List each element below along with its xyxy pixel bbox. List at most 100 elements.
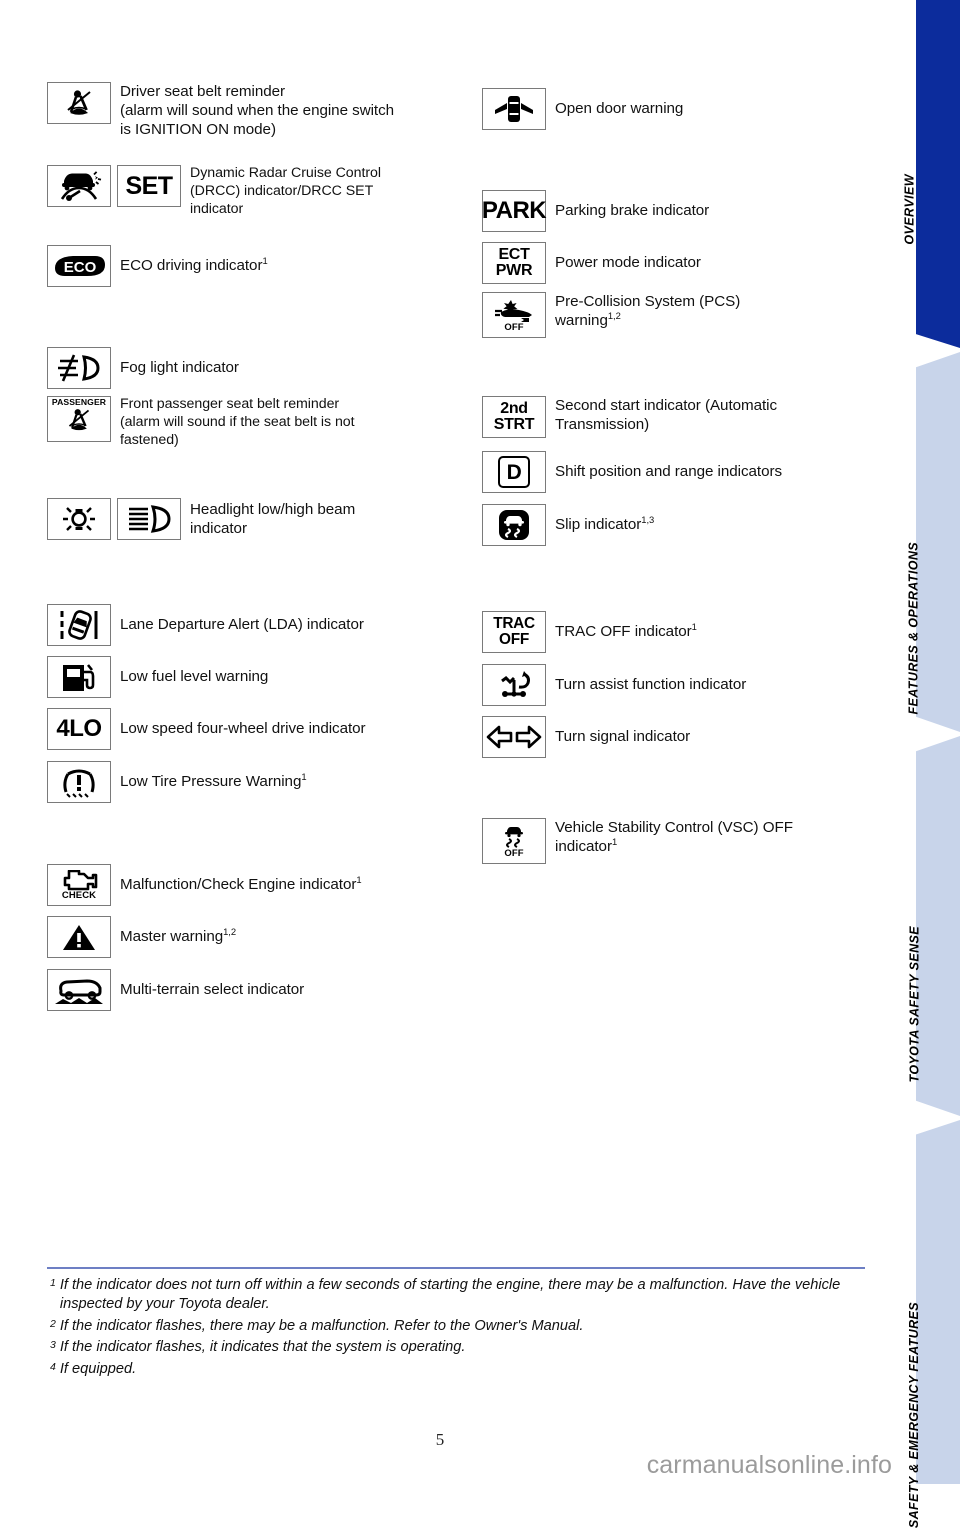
tab-features-operations[interactable]: FEATURES & OPERATIONS	[907, 352, 960, 732]
icon-group	[47, 82, 111, 124]
footnote-ref: 1,2	[223, 926, 237, 938]
turn-signal-icon	[482, 716, 546, 758]
indicator-row-multi-terrain: Multi-terrain select indicator	[47, 969, 304, 1011]
tab-toyota-safety-sense[interactable]: TOYOTA SAFETY SENSE	[907, 736, 960, 1116]
indicator-label: Multi-terrain select indicator	[120, 981, 305, 999]
svg-text:ECO: ECO	[64, 259, 97, 276]
low-fuel-level-icon	[47, 656, 111, 698]
parking-brake-icon: PARK	[481, 190, 547, 232]
icon-group	[47, 498, 181, 540]
page-number: 5	[435, 1430, 445, 1449]
indicator-row-trac-off: TRAC OFF TRAC OFF indicator1	[482, 611, 697, 653]
icon-group: PARK	[481, 190, 547, 232]
pcs-off-icon-text: OFF	[504, 321, 524, 333]
tab-safety-emergency-features[interactable]: SAFETY & EMERGENCY FEATURES	[907, 1120, 960, 1528]
indicator-row-power-mode: ECT PWR Power mode indicator	[482, 242, 701, 284]
indicator-label: Low fuel level warning	[120, 668, 269, 686]
icon-group: PASSENGER	[47, 396, 111, 442]
icon-group	[47, 969, 111, 1011]
check-engine-icon: CHECK	[47, 864, 111, 906]
footnote-text: If the indicator flashes, there may be a…	[59, 1317, 584, 1334]
indicator-label: Power mode indicator	[555, 254, 701, 272]
indicator-row-4lo: 4LO Low speed four-wheel drive indicator	[47, 708, 366, 750]
indicator-row-master-warning: Master warning1,2	[47, 916, 236, 958]
indicator-label: Shift position and range indicators	[555, 463, 783, 481]
driver-seat-belt-reminder-icon	[47, 82, 111, 124]
indicator-row-open-door: Open door warning	[482, 88, 683, 130]
indicator-label: Driver seat belt reminder (alarm will so…	[120, 83, 395, 139]
tab-overview[interactable]: OVERVIEW	[903, 0, 960, 348]
indicator-row-eco: ECO ECO driving indicator1	[47, 245, 268, 287]
footnote-marker: 2	[50, 1317, 56, 1330]
footnote-text: If equipped.	[59, 1360, 137, 1377]
low-tire-pressure-icon	[47, 761, 111, 803]
icon-group: 4LO	[47, 708, 111, 750]
indicator-row-shift-position: D Shift position and range indicators	[482, 451, 782, 493]
footnote-ref: 1	[691, 621, 697, 633]
footnote-ref: 1	[356, 874, 362, 886]
watermark: carmanualsonline.info	[646, 1451, 892, 1479]
footnote-ref: 1	[611, 836, 618, 848]
tab-toyota-safety-sense-band	[916, 736, 960, 1116]
indicator-row-parking-brake: PARK Parking brake indicator	[482, 190, 709, 232]
indicator-label: Parking brake indicator	[555, 202, 710, 220]
set-icon: SET	[117, 165, 181, 207]
footnote-item: 1 If the indicator does not turn off wit…	[50, 1276, 880, 1315]
icon-group	[482, 88, 546, 130]
indicator-row-driver-seat-belt: Driver seat belt reminder (alarm will so…	[47, 82, 394, 139]
indicator-row-turn-assist: Turn assist function indicator	[482, 664, 746, 706]
icon-group	[47, 916, 111, 958]
power-mode-icon-text: ECT PWR	[495, 245, 533, 279]
indicator-label: Second start indicator (Automatic Transm…	[555, 397, 778, 434]
footnote-divider	[47, 1267, 865, 1269]
icon-group	[47, 761, 111, 803]
indicator-row-lda: Lane Departure Alert (LDA) indicator	[47, 604, 364, 646]
four-low-icon-text: 4LO	[56, 715, 102, 742]
parking-brake-icon-text: PARK	[481, 197, 547, 224]
indicator-label: Pre-Collision System (PCS) warning1,2	[555, 293, 741, 330]
shift-position-icon: D	[482, 451, 546, 493]
footnote-ref: 1,3	[641, 514, 655, 526]
indicator-row-low-fuel: Low fuel level warning	[47, 656, 268, 698]
open-door-warning-icon	[482, 88, 546, 130]
four-low-icon: 4LO	[47, 708, 111, 750]
tab-toyota-safety-sense-label: TOYOTA SAFETY SENSE	[907, 926, 921, 1083]
indicator-label: Open door warning	[555, 100, 684, 118]
indicator-row-turn-signal: Turn signal indicator	[482, 716, 690, 758]
indicator-label: Low speed four-wheel drive indicator	[120, 720, 366, 738]
indicator-row-slip: Slip indicator1,3	[482, 504, 654, 546]
trac-off-icon-text: TRAC OFF	[493, 615, 535, 648]
tab-features-operations-band	[916, 352, 960, 732]
indicator-label: Turn assist function indicator	[555, 676, 747, 694]
lane-departure-alert-icon	[47, 604, 111, 646]
section-tab-rail: OVERVIEW FEATURES & OPERATIONS TOYOTA SA…	[880, 0, 960, 1528]
indicator-row-low-tire-pressure: Low Tire Pressure Warning1	[47, 761, 307, 803]
indicator-label: TRAC OFF indicator1	[555, 621, 697, 641]
indicator-row-second-start: 2nd STRT Second start indicator (Automati…	[482, 396, 777, 438]
drcc-icon	[47, 165, 111, 207]
footnote-marker: 1	[50, 1277, 56, 1289]
set-icon-text: SET	[125, 171, 173, 200]
turn-assist-function-icon	[482, 664, 546, 706]
footnote-list: 1 If the indicator does not turn off wit…	[50, 1276, 880, 1381]
indicator-row-vsc-off: OFF Vehicle Stability Control (VSC) OFF …	[482, 818, 793, 864]
shift-position-icon-text: D	[506, 460, 522, 484]
tab-features-operations-label: FEATURES & OPERATIONS	[907, 542, 921, 715]
tab-safety-emergency-features-band	[916, 1120, 960, 1484]
vsc-off-icon-text: OFF	[504, 847, 524, 859]
indicator-label: Turn signal indicator	[555, 728, 691, 746]
eco-driving-icon: ECO	[47, 245, 111, 287]
icon-group: CHECK	[47, 864, 111, 906]
footnote-marker: 4	[50, 1360, 56, 1373]
front-passenger-seat-belt-reminder-icon: PASSENGER	[47, 396, 111, 442]
indicator-label: Dynamic Radar Cruise Control (DRCC) indi…	[190, 165, 381, 217]
indicator-row-drcc: SET Dynamic Radar Cruise Control (DRCC) …	[47, 165, 381, 218]
footnote-item: 4 If equipped.	[50, 1360, 880, 1379]
indicator-row-fog-light: Fog light indicator	[47, 347, 239, 389]
indicator-row-passenger-seat-belt: PASSENGER Front passenger seat belt remi…	[47, 396, 355, 449]
footnote-marker: 3	[50, 1339, 56, 1352]
tab-overview-label: OVERVIEW	[903, 174, 917, 245]
tab-overview-band	[916, 0, 960, 348]
icon-group	[47, 347, 111, 389]
multi-terrain-select-icon	[47, 969, 111, 1011]
